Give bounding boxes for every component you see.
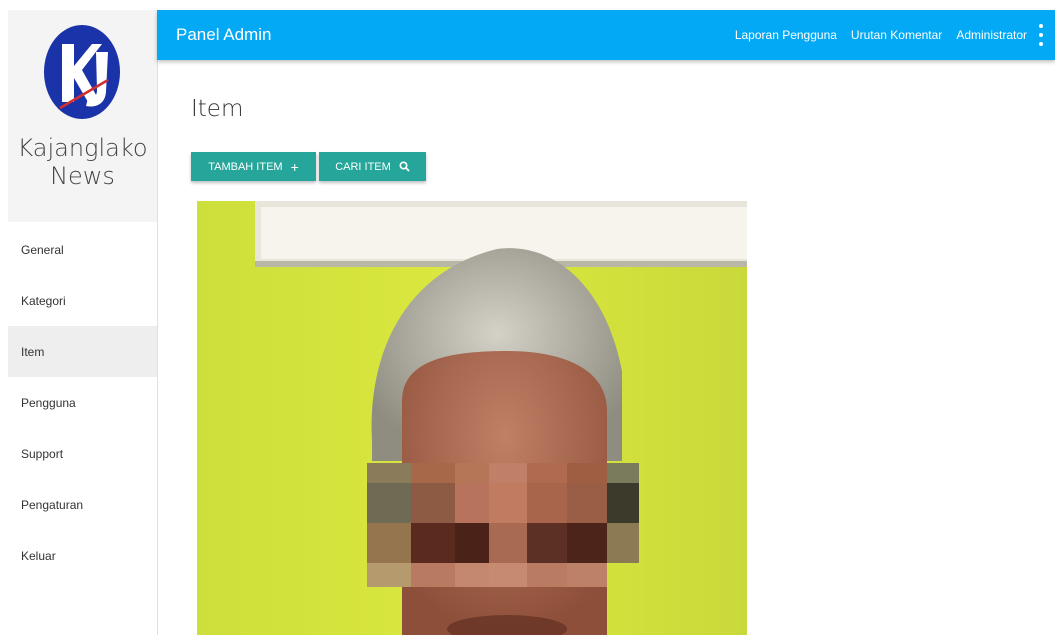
item-photo <box>197 201 747 635</box>
search-item-button[interactable]: CARI ITEM <box>319 152 426 181</box>
sidebar-item-kategori[interactable]: Kategori <box>8 275 157 326</box>
sidebar-item-pengguna[interactable]: Pengguna <box>8 377 157 428</box>
more-vert-icon[interactable] <box>1035 24 1047 46</box>
link-urutan-komentar[interactable]: Urutan Komentar <box>851 28 942 42</box>
sidebar-item-support[interactable]: Support <box>8 428 157 479</box>
link-laporan-pengguna[interactable]: Laporan Pengguna <box>735 28 837 42</box>
sidebar-nav: General Kategori Item Pengguna Support P… <box>8 224 157 581</box>
topbar-links: Laporan Pengguna Urutan Komentar Adminis… <box>735 10 1027 60</box>
sidebar-item-pengaturan[interactable]: Pengaturan <box>8 479 157 530</box>
brand-name-line1: Kajanglako <box>17 134 148 162</box>
top-app-bar: Panel Admin Laporan Pengguna Urutan Kome… <box>157 10 1055 60</box>
page-title: Item <box>191 96 244 122</box>
search-item-label: CARI ITEM <box>335 160 391 173</box>
sidebar-item-label: Pengaturan <box>21 497 84 512</box>
add-item-label: TAMBAH ITEM <box>208 160 283 173</box>
link-administrator[interactable]: Administrator <box>956 28 1027 42</box>
sidebar-item-general[interactable]: General <box>8 224 157 275</box>
plus-icon: + <box>290 158 299 175</box>
sidebar-item-label: Item <box>21 344 45 359</box>
brand-name-line2: News <box>50 162 115 190</box>
sidebar-item-item[interactable]: Item <box>8 326 157 377</box>
sidebar-item-label: Support <box>21 446 64 461</box>
app-title: Panel Admin <box>176 25 272 44</box>
sidebar-item-keluar[interactable]: Keluar <box>8 530 157 581</box>
kajanglako-logo <box>44 25 120 119</box>
sidebar-item-label: Pengguna <box>21 395 76 410</box>
sidebar-item-label: Kategori <box>21 293 66 308</box>
sidebar: Kajanglako News General Kategori Item Pe… <box>8 10 158 635</box>
search-icon <box>399 161 410 172</box>
item-photo-image <box>197 201 747 635</box>
brand-name: Kajanglako News <box>8 134 157 190</box>
add-item-button[interactable]: TAMBAH ITEM + <box>191 152 316 181</box>
sidebar-item-label: Keluar <box>21 548 56 563</box>
sidebar-item-label: General <box>21 242 64 257</box>
brand: Kajanglako News <box>8 10 157 222</box>
